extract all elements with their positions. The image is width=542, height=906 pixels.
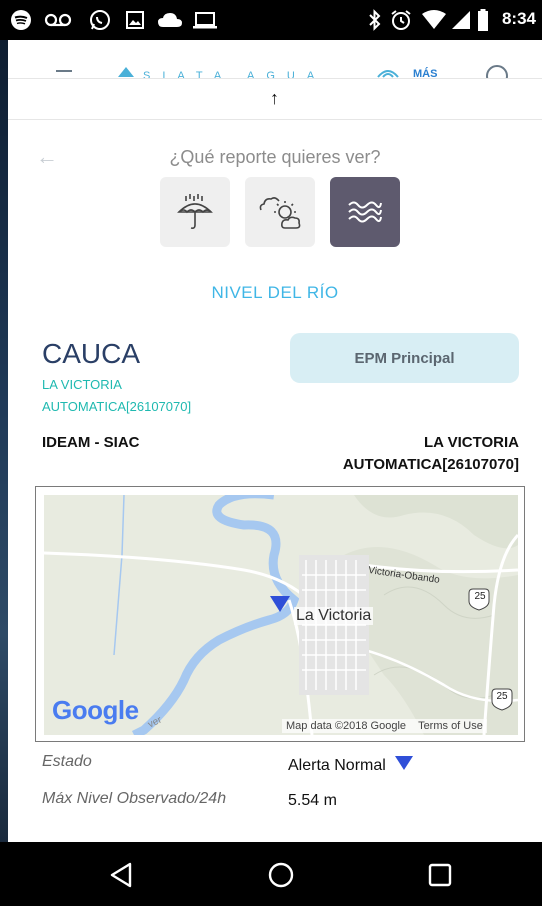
alarm-icon xyxy=(389,8,413,32)
report-type-river-button[interactable] xyxy=(330,177,400,247)
map-attribution[interactable]: Map data ©2018 Google Terms of Use xyxy=(282,719,487,733)
spotify-icon xyxy=(9,8,33,32)
estado-value-text: Alerta Normal xyxy=(288,757,386,774)
bluetooth-icon xyxy=(366,8,384,32)
report-type-rain-button[interactable] xyxy=(160,177,230,247)
river-name: CAUCA xyxy=(42,338,141,369)
section-title: NIVEL DEL RÍO xyxy=(211,283,339,302)
map-terms-link[interactable]: Terms of Use xyxy=(418,720,483,732)
battery-icon xyxy=(476,8,490,32)
menu-icon[interactable] xyxy=(56,70,72,72)
laptop-icon xyxy=(192,8,218,32)
status-bar: 8:34 xyxy=(0,0,542,40)
max-level-value: 5.54 m xyxy=(288,792,337,806)
google-logo: Google xyxy=(52,695,139,725)
data-source: IDEAM - SIAC xyxy=(42,434,140,451)
arrow-up-icon: ↑ xyxy=(270,88,279,108)
map-shield-25-top: 25 xyxy=(474,591,486,602)
back-triangle-icon xyxy=(110,862,132,888)
app-screen: SIATA AGUA MÁS ↑ ← ¿Qué reporte quieres … xyxy=(8,40,542,842)
weather-sun-cloud-icon xyxy=(259,197,301,229)
cloud-icon xyxy=(157,8,183,32)
scroll-up-bar[interactable]: ↑ xyxy=(8,78,542,120)
status-time: 8:34 xyxy=(501,9,536,28)
map-data-credit: Map data ©2018 Google xyxy=(286,720,407,732)
map-town-label: La Victoria xyxy=(294,607,374,625)
max-level-label: Máx Nivel Observado/24h xyxy=(42,792,227,806)
wifi-icon xyxy=(420,8,448,32)
report-type-weather-button[interactable] xyxy=(245,177,315,247)
mas-button[interactable]: MÁS xyxy=(413,68,437,78)
map-canvas[interactable]: La Victoria Victoria-Obando 25 25 ver Go… xyxy=(44,495,518,735)
details-row-clip: Máx Nivel Observado/24h 5.54 m xyxy=(8,792,542,806)
brand-name: SIATA AGUA xyxy=(143,70,327,78)
back-nav-button[interactable] xyxy=(106,860,136,890)
siata-logo-icon xyxy=(118,67,134,77)
estado-label: Estado xyxy=(42,753,92,770)
recents-nav-button[interactable] xyxy=(425,860,455,890)
voicemail-icon xyxy=(43,8,73,32)
station-right-line1: LA VICTORIA xyxy=(423,434,519,451)
station-name-line2: AUTOMATICA[26107070] xyxy=(42,399,192,414)
alert-triangle-icon xyxy=(395,756,414,770)
recents-square-icon xyxy=(428,863,452,887)
estado-value: Alerta Normal xyxy=(288,755,414,775)
gallery-icon xyxy=(124,8,146,32)
app-header: SIATA AGUA MÁS xyxy=(8,40,542,78)
station-name-line1: LA VICTORIA xyxy=(42,377,122,392)
map-shield-25-bottom: 25 xyxy=(496,691,508,702)
river-waves-icon xyxy=(348,201,382,223)
rain-umbrella-icon xyxy=(177,194,213,229)
home-nav-button[interactable] xyxy=(266,860,296,890)
connection-icon xyxy=(377,70,399,78)
station-right-line2: AUTOMATICA[26107070] xyxy=(342,456,519,473)
power-icon[interactable] xyxy=(486,65,508,78)
station-map[interactable]: La Victoria Victoria-Obando 25 25 ver Go… xyxy=(35,486,525,742)
home-circle-icon xyxy=(268,862,294,888)
report-question: ¿Qué reporte quieres ver? xyxy=(169,147,381,167)
navigation-bar xyxy=(0,842,542,906)
signal-icon xyxy=(450,8,472,32)
whatsapp-icon xyxy=(88,8,112,32)
epm-principal-button[interactable]: EPM Principal xyxy=(290,333,519,383)
